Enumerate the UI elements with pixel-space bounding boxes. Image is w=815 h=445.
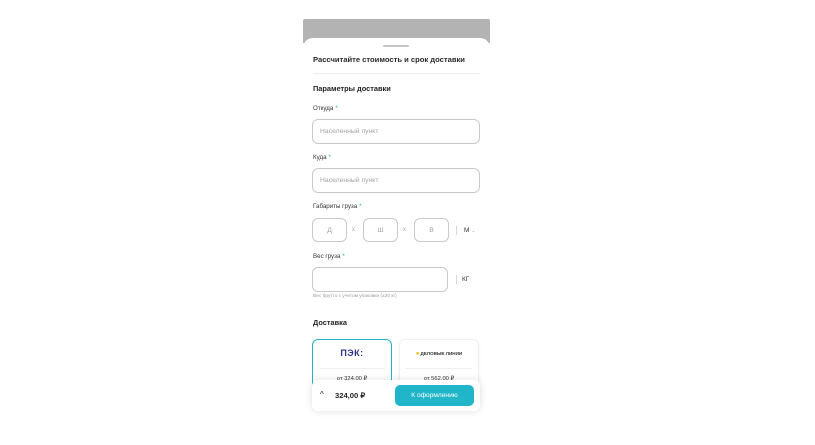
dellin-logo: ●ДЕЛОВЫЕ ЛИНИИ: [415, 351, 463, 357]
weight-label: Вес груза *: [313, 253, 345, 260]
dimension-separator: x: [403, 227, 406, 233]
from-input[interactable]: [312, 119, 480, 144]
length-input[interactable]: [312, 218, 347, 242]
dimension-unit-select[interactable]: М ⌄: [464, 227, 475, 234]
params-heading: Параметры доставки: [313, 84, 391, 93]
sheet-drag-handle[interactable]: [383, 45, 409, 47]
width-input[interactable]: [363, 218, 398, 242]
delivery-heading: Доставка: [313, 318, 347, 327]
dimensions-label: Габариты груза *: [313, 203, 362, 210]
weight-hint: Вес брутто с учетом упаковки (±20 кг): [313, 294, 397, 299]
required-mark: *: [359, 203, 362, 210]
title-divider: [313, 73, 480, 74]
chevron-up-icon[interactable]: ^: [320, 390, 324, 399]
total-price: 324,00 ₽: [335, 391, 366, 400]
dellin-mark-icon: ●: [415, 351, 420, 357]
height-input[interactable]: [414, 218, 449, 242]
to-label: Куда *: [313, 154, 331, 161]
card-divider: [319, 368, 385, 369]
to-input[interactable]: [312, 168, 480, 193]
sheet-title: Рассчитайте стоимость и срок доставки: [313, 55, 465, 64]
unit-divider: [456, 275, 457, 284]
chevron-down-icon: ⌄: [471, 228, 476, 234]
required-mark: *: [335, 105, 338, 112]
weight-unit: КГ: [462, 276, 470, 283]
checkout-button[interactable]: К оформлению: [395, 385, 474, 406]
required-mark: *: [342, 253, 345, 260]
from-label: Откуда *: [313, 105, 338, 112]
weight-input[interactable]: [312, 267, 448, 292]
pek-logo: ПЭК:: [340, 348, 364, 358]
required-mark: *: [328, 154, 331, 161]
dimension-separator: x: [352, 227, 355, 233]
unit-divider: [456, 226, 457, 235]
checkout-bar: ^ 324,00 ₽ К оформлению: [312, 380, 480, 411]
card-divider: [406, 368, 472, 369]
